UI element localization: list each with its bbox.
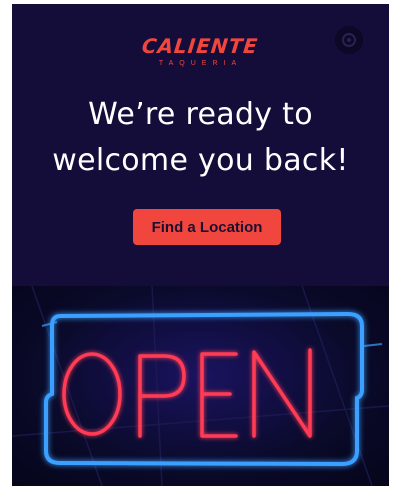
open-sign-image (12, 286, 389, 486)
hero-line-1: We’re ready to (88, 97, 313, 132)
hero-line-2: welcome you back! (52, 143, 349, 178)
brand-name: CALIENTE (141, 34, 260, 58)
circle-menu-icon (342, 33, 356, 47)
menu-button[interactable] (335, 26, 363, 54)
brand-logo[interactable]: CALIENTE TAQUERIA (12, 34, 389, 67)
brand-subtitle: TAQUERIA (158, 60, 243, 67)
find-location-button[interactable]: Find a Location (133, 209, 281, 245)
app-screen: CALIENTE TAQUERIA We’re ready to welcome… (12, 4, 389, 486)
hero-section: CALIENTE TAQUERIA We’re ready to welcome… (12, 4, 389, 286)
hero-heading: We’re ready to welcome you back! (12, 92, 389, 184)
neon-open-sign (12, 286, 389, 486)
